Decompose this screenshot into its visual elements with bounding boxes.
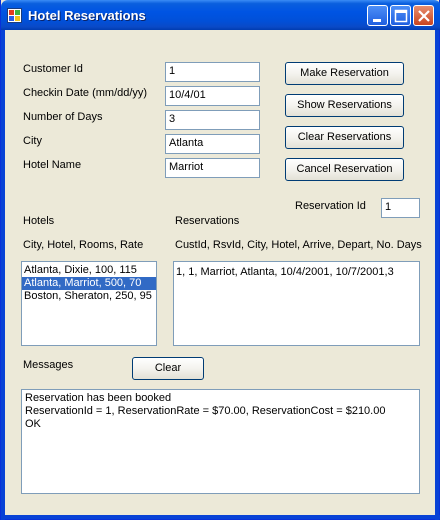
hotels-header: City, Hotel, Rooms, Rate <box>23 239 144 251</box>
message-line: ReservationId = 1, ReservationRate = $70… <box>25 405 386 417</box>
city-field[interactable]: Atlanta <box>165 134 260 154</box>
minimize-button[interactable] <box>367 5 388 26</box>
clear-reservations-button[interactable]: Clear Reservations <box>285 126 404 149</box>
window-title: Hotel Reservations <box>28 8 146 23</box>
hotels-title: Hotels <box>23 215 55 227</box>
reservations-header: CustId, RsvId, City, Hotel, Arrive, Depa… <box>175 239 422 251</box>
app-window-icon <box>7 8 22 23</box>
reservations-title: Reservations <box>175 215 240 227</box>
cancel-reservation-button[interactable]: Cancel Reservation <box>285 158 404 181</box>
number-of-days-field[interactable]: 3 <box>165 110 260 130</box>
window-frame-left <box>1 30 5 520</box>
hotel-name-field[interactable]: Marriot <box>165 158 260 178</box>
list-item-selected[interactable]: Atlanta, Marriot, 500, 70 <box>22 277 156 290</box>
hotel-reservations-window: Hotel Reservations Customer Id 1 Checkin… <box>0 0 440 520</box>
minimize-icon <box>373 19 381 22</box>
list-item[interactable]: 1, 1, Marriot, Atlanta, 10/4/2001, 10/7/… <box>174 266 419 279</box>
clear-messages-button[interactable]: Clear <box>132 357 204 380</box>
city-label: City <box>23 135 42 147</box>
maximize-icon <box>394 9 408 23</box>
checkin-date-label: Checkin Date (mm/dd/yy) <box>23 87 148 99</box>
reservation-id-field[interactable]: 1 <box>381 198 420 218</box>
close-button[interactable] <box>413 5 434 26</box>
close-icon <box>418 10 430 22</box>
checkin-date-field[interactable]: 10/4/01 <box>165 86 260 106</box>
maximize-button[interactable] <box>390 5 411 26</box>
reservations-listbox[interactable]: 1, 1, Marriot, Atlanta, 10/4/2001, 10/7/… <box>173 261 420 346</box>
list-item[interactable]: Boston, Sheraton, 250, 95 <box>22 290 156 303</box>
message-line: Reservation has been booked <box>25 392 172 404</box>
title-bar[interactable]: Hotel Reservations <box>1 0 440 30</box>
make-reservation-button[interactable]: Make Reservation <box>285 62 404 85</box>
messages-label: Messages <box>23 359 74 371</box>
show-reservations-button[interactable]: Show Reservations <box>285 94 404 117</box>
list-item[interactable]: Atlanta, Dixie, 100, 115 <box>22 264 156 277</box>
window-frame-bottom <box>1 515 440 519</box>
window-frame-right <box>435 30 439 520</box>
customer-id-field[interactable]: 1 <box>165 62 260 82</box>
message-line: OK <box>25 418 41 430</box>
messages-textbox[interactable]: Reservation has been booked ReservationI… <box>21 389 420 494</box>
reservation-id-label: Reservation Id <box>295 200 366 212</box>
hotel-name-label: Hotel Name <box>23 159 82 171</box>
number-of-days-label: Number of Days <box>23 111 103 123</box>
hotels-listbox[interactable]: Atlanta, Dixie, 100, 115 Atlanta, Marrio… <box>21 261 157 346</box>
customer-id-label: Customer Id <box>23 63 83 75</box>
